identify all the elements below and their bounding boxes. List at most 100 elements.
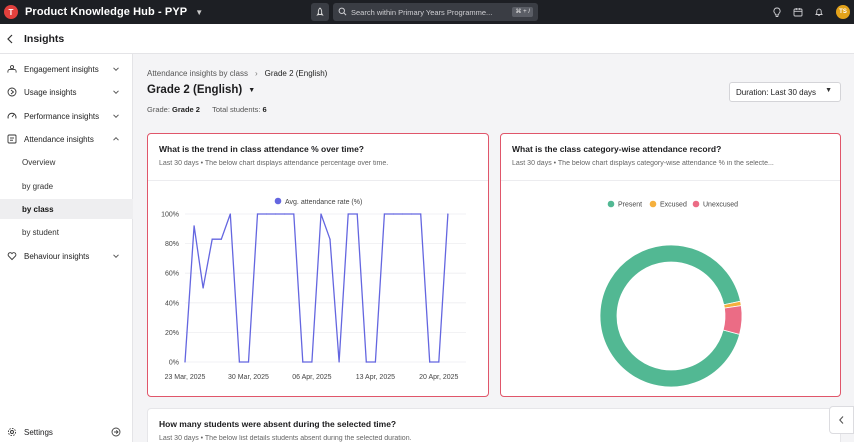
data-point [374,361,376,363]
sidebar-subitem-label: by class [22,204,54,214]
sidebar-subitem-by-student[interactable]: by student [0,222,133,242]
data-point [347,213,349,215]
legend-label: Excused [660,202,687,209]
sidebar-item-usage[interactable]: Usage insights [0,81,133,103]
gauge-icon [7,111,17,121]
top-bar: T Product Knowledge Hub - PYP ▼ Search w… [0,0,854,24]
gear-icon [7,427,17,437]
search-icon [338,3,347,21]
chevron-down-icon[interactable] [112,88,120,96]
sidebar: Engagement insights Usage insights Perfo… [0,54,133,442]
category-attendance-card: What is the class category-wise attendan… [500,133,841,397]
x-tick-label: 23 Mar, 2025 [165,374,206,381]
card-title: What is the trend in class attendance % … [159,144,364,154]
sidebar-item-attendance[interactable]: Attendance insights [0,128,133,150]
heart-icon [7,251,17,261]
data-point [184,361,186,363]
data-point [302,361,304,363]
data-point [284,213,286,215]
legend-label: Unexcused [703,202,738,209]
chevron-right-icon: › [254,69,258,78]
sidebar-item-engagement[interactable]: Engagement insights [0,58,133,80]
divider [501,180,840,181]
attendance-line-chart: Avg. attendance rate (%) 0% 20% 40% 60% 80% 10… [161,197,466,381]
duration-dropdown[interactable]: Duration: Last 30 days ▼ [729,82,841,102]
sidebar-subitem-label: by student [22,227,59,237]
card-title: What is the class category-wise attendan… [512,144,722,154]
chevron-left-icon [839,416,844,424]
chevron-down-icon[interactable] [112,112,120,120]
arrow-right-circle-icon[interactable] [111,427,121,437]
x-tick-label: 20 Apr, 2025 [419,374,458,381]
sidebar-subitem-label: Overview [22,157,56,167]
rocket-icon[interactable] [311,3,329,21]
app-title[interactable]: Product Knowledge Hub - PYP [25,6,187,18]
chevron-down-icon[interactable] [112,65,120,73]
card-title: How many students were absent during the… [159,419,397,429]
attendance-donut-chart: Present Excused Unexcused [599,200,743,388]
data-point [202,287,204,289]
page-header: Insights [0,24,854,54]
data-point [320,213,322,215]
sidebar-subitem-overview[interactable]: Overview [0,152,133,172]
data-point [338,361,340,363]
app-logo[interactable]: T [4,5,18,19]
students-value: 6 [262,105,267,114]
bell-icon[interactable] [813,6,825,18]
data-point [356,213,358,215]
x-tick-label: 06 Apr, 2025 [292,374,331,381]
absent-students-card: How many students were absent during the… [147,408,841,442]
attendance-icon [7,134,17,144]
lightbulb-icon[interactable] [771,6,783,18]
sidebar-item-performance[interactable]: Performance insights [0,105,133,127]
data-point [447,213,449,215]
card-subtitle: Last 30 days • The below chart displays … [512,160,774,167]
breadcrumb-parent[interactable]: Attendance insights by class [147,69,248,78]
donut-slice-present [599,244,741,388]
sidebar-item-label: Behaviour insights [24,251,90,261]
data-point [438,361,440,363]
y-tick-label: 100% [161,212,179,219]
breadcrumb: Attendance insights by class › Grade 2 (… [147,69,327,78]
data-point [365,361,367,363]
data-point [256,213,259,215]
panel-toggle-button[interactable] [829,406,854,434]
class-meta: Grade: Grade 2 Total students: 6 [147,105,267,114]
data-point [293,213,295,215]
sidebar-subitem-by-class[interactable]: by class [0,199,133,219]
legend-swatch [692,200,700,208]
data-point [429,361,431,363]
sidebar-item-label: Settings [24,427,53,437]
card-subtitle: Last 30 days • The below list details st… [159,435,412,442]
search-input[interactable]: Search within Primary Years Programme...… [333,3,538,21]
data-point [329,238,331,240]
sidebar-item-label: Performance insights [24,111,100,121]
chevron-down-icon[interactable] [112,252,120,260]
data-point [220,238,222,240]
grade-value: Grade 2 [172,105,200,114]
chevron-left-icon[interactable] [6,34,16,44]
sidebar-item-label: Engagement insights [24,64,99,74]
avatar[interactable]: TS [836,5,850,19]
data-point [311,361,313,363]
chevron-down-icon[interactable]: ▼ [195,8,203,17]
sidebar-subitem-label: by grade [22,181,54,191]
page-header-title: Insights [24,32,65,45]
sidebar-item-behaviour[interactable]: Behaviour insights [0,245,133,267]
data-point [411,213,413,215]
series-line [184,213,449,363]
search-shortcut: ⌘ + / [512,7,533,17]
donut-slice-unexcused [722,305,743,335]
sidebar-item-settings[interactable]: Settings [0,422,133,442]
chevron-down-icon[interactable]: ▼ [248,87,255,94]
data-point [229,213,231,215]
breadcrumb-current: Grade 2 (English) [264,69,328,78]
chevron-up-icon[interactable] [112,135,120,143]
grade-label: Grade: [147,105,170,114]
class-selector[interactable]: Grade 2 (English) ▼ [147,84,255,96]
x-tick-label: 13 Apr, 2025 [356,374,395,381]
calendar-icon[interactable] [792,6,804,18]
attendance-trend-card: What is the trend in class attendance % … [147,133,489,397]
usage-icon [7,87,17,97]
sidebar-subitem-by-grade[interactable]: by grade [0,176,133,196]
